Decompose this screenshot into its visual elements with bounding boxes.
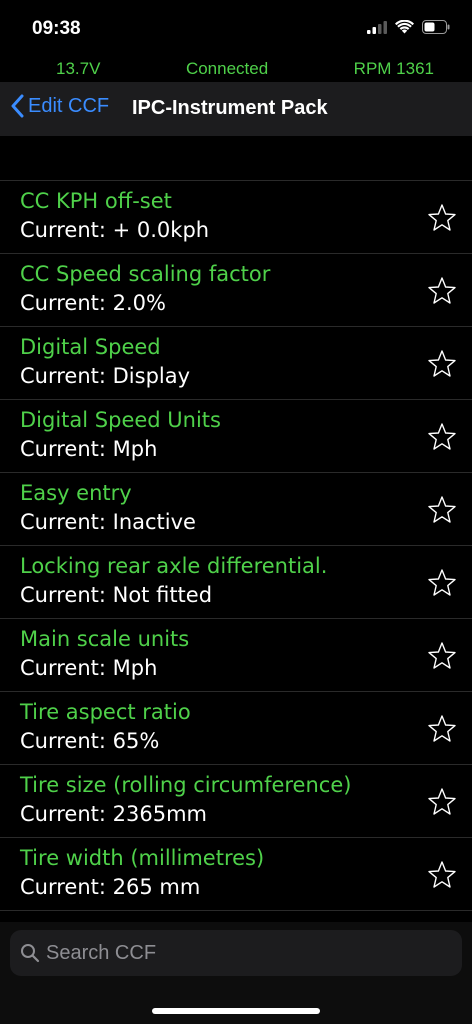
- wifi-icon: [395, 20, 414, 34]
- star-icon[interactable]: [427, 787, 457, 817]
- item-title: CC Speed scaling factor: [20, 262, 271, 286]
- ccf-settings-list[interactable]: CC KPH off-set Current: + 0.0kph CC Spee…: [0, 180, 472, 922]
- item-title: Locking rear axle differential.: [20, 554, 328, 578]
- list-item[interactable]: Tire width (millimetres) Current: 265 mm: [0, 838, 472, 911]
- star-icon[interactable]: [427, 641, 457, 671]
- page-title: IPC-Instrument Pack: [132, 97, 328, 119]
- item-current-value: Current: Mph: [20, 437, 158, 461]
- star-icon[interactable]: [427, 568, 457, 598]
- back-button[interactable]: Edit CCF: [10, 94, 109, 118]
- item-title: Easy entry: [20, 481, 132, 505]
- item-current-value: Current: Inactive: [20, 510, 196, 534]
- list-item[interactable]: Tire size (rolling circumference) Curren…: [0, 765, 472, 838]
- item-current-value: Current: Mph: [20, 656, 158, 680]
- item-current-value: Current: 2.0%: [20, 291, 166, 315]
- item-current-value: Current: 2365mm: [20, 802, 207, 826]
- vehicle-info-bar: 13.7V Connected RPM 1361: [0, 56, 472, 82]
- list-item[interactable]: Digital Speed Current: Display: [0, 327, 472, 400]
- star-icon[interactable]: [427, 203, 457, 233]
- item-current-value: Current: 265 mm: [20, 875, 201, 899]
- item-title: Tire aspect ratio: [20, 700, 191, 724]
- star-icon[interactable]: [427, 276, 457, 306]
- item-current-value: Current: + 0.0kph: [20, 218, 210, 242]
- status-icons: [367, 20, 450, 34]
- item-title: Tire width (millimetres): [20, 846, 265, 870]
- battery-icon: [422, 20, 450, 34]
- voltage-readout: 13.7V: [56, 59, 101, 78]
- home-indicator: [152, 1008, 320, 1014]
- rpm-readout: RPM 1361: [353, 59, 434, 78]
- item-current-value: Current: Display: [20, 364, 191, 388]
- star-icon[interactable]: [427, 714, 457, 744]
- item-title: Main scale units: [20, 627, 190, 651]
- star-icon[interactable]: [427, 495, 457, 525]
- navigation-bar: Edit CCF IPC-Instrument Pack: [0, 82, 472, 136]
- item-current-value: Current: Not fitted: [20, 583, 213, 607]
- search-input[interactable]: [46, 941, 426, 965]
- item-title: Tire size (rolling circumference): [20, 773, 352, 797]
- search-icon: [21, 944, 40, 963]
- item-title: CC KPH off-set: [20, 189, 172, 213]
- status-bar: 09:38: [0, 0, 472, 54]
- star-icon[interactable]: [427, 422, 457, 452]
- list-item[interactable]: CC KPH off-set Current: + 0.0kph: [0, 181, 472, 254]
- search-field[interactable]: [10, 930, 462, 976]
- item-current-value: Current: 65%: [20, 729, 160, 753]
- list-item[interactable]: Locking rear axle differential. Current:…: [0, 546, 472, 619]
- list-item[interactable]: Main scale units Current: Mph: [0, 619, 472, 692]
- list-item[interactable]: Tire aspect ratio Current: 65%: [0, 692, 472, 765]
- chevron-left-icon: [11, 94, 24, 118]
- list-item[interactable]: CC Speed scaling factor Current: 2.0%: [0, 254, 472, 327]
- item-title: Digital Speed: [20, 335, 161, 359]
- status-time: 09:38: [32, 18, 81, 39]
- connection-status: Connected: [185, 59, 269, 78]
- star-icon[interactable]: [427, 860, 457, 890]
- item-title: Digital Speed Units: [20, 408, 221, 432]
- list-item[interactable]: Digital Speed Units Current: Mph: [0, 400, 472, 473]
- star-icon[interactable]: [427, 349, 457, 379]
- back-button-label: Edit CCF: [28, 94, 110, 117]
- cellular-signal-icon: [367, 20, 387, 34]
- list-item[interactable]: Easy entry Current: Inactive: [0, 473, 472, 546]
